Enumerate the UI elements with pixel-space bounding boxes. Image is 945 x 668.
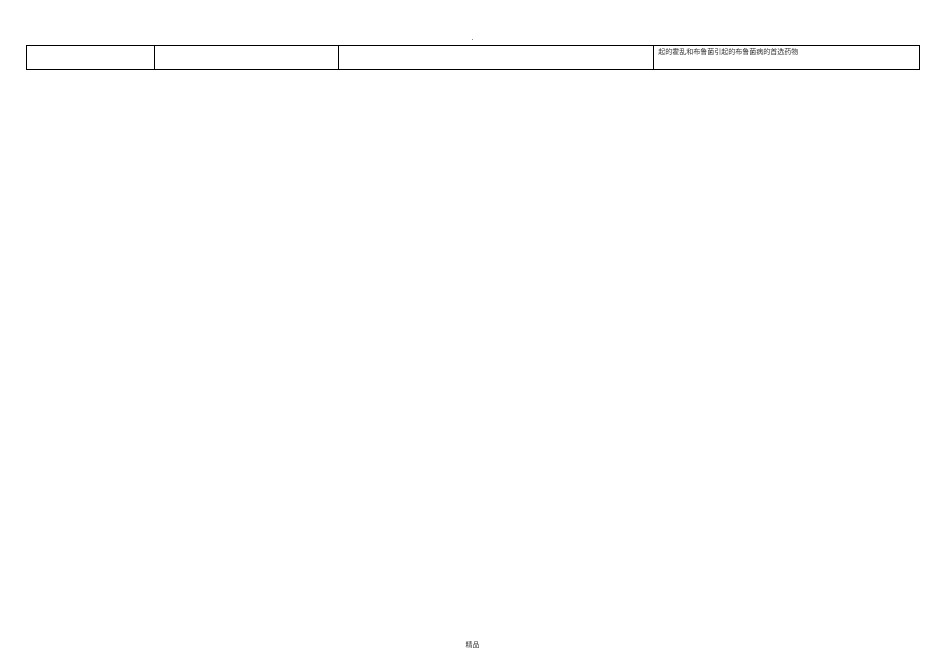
footer-text: 精品 [466,640,480,650]
table-row: 起的霍乱和布鲁菌引起的布鲁菌病的首选药物 [27,46,920,70]
table-cell-4: 起的霍乱和布鲁菌引起的布鲁菌病的首选药物 [654,46,920,70]
content-table: 起的霍乱和布鲁菌引起的布鲁菌病的首选药物 [26,45,920,70]
header-dot: . [472,34,474,42]
table-cell-3 [338,46,654,70]
table-cell-2 [154,46,338,70]
table-cell-1 [27,46,155,70]
